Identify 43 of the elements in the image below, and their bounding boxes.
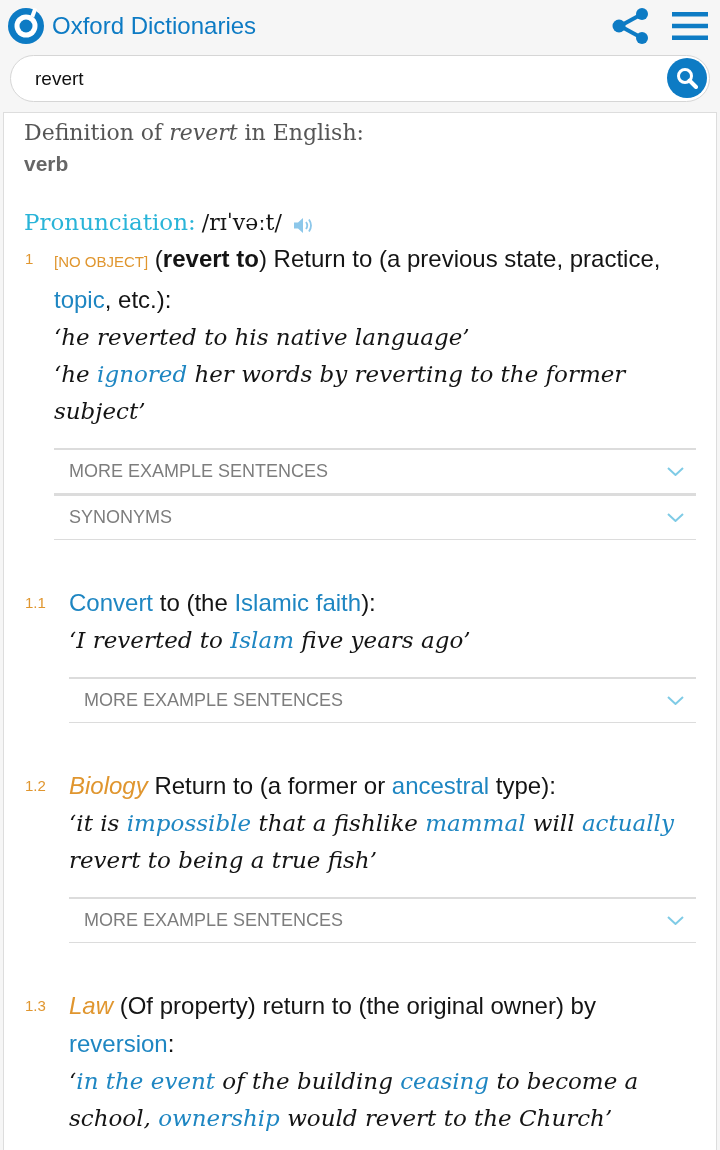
search-field[interactable]: revert bbox=[10, 55, 710, 102]
definition-text: Law (Of property) return to (the original owner) by reversion: bbox=[69, 991, 597, 1059]
sense-number: 1.2 bbox=[24, 776, 47, 796]
example-sentence: ‘he ignored her words by reverting to the former subject’ bbox=[54, 360, 628, 426]
word-link[interactable]: impossible bbox=[126, 810, 252, 836]
search-icon bbox=[676, 67, 698, 89]
pronunciation-text: /rɪˈvəːt/ bbox=[201, 208, 282, 237]
subject-label: Law bbox=[69, 992, 114, 1019]
accordion-toggle[interactable]: MORE EXAMPLE SENTENCES bbox=[69, 677, 696, 723]
logo-icon bbox=[8, 8, 44, 44]
word-link[interactable]: ancestral bbox=[391, 772, 490, 799]
example-sentence: ‘he reverted to his native language’ bbox=[54, 323, 471, 352]
share-icon[interactable] bbox=[612, 8, 650, 44]
definition-text: [NO OBJECT] (revert to) Return to (a previous state, practice, topic, etc.): bbox=[54, 244, 662, 315]
word-link[interactable]: ignored bbox=[97, 361, 188, 387]
pronunciation-label: Pronunciation: bbox=[24, 207, 196, 237]
accordion-toggle[interactable]: MORE EXAMPLE SENTENCES bbox=[54, 448, 696, 494]
word-link[interactable]: reversion bbox=[69, 1030, 168, 1057]
sense-number: 1 bbox=[24, 249, 35, 269]
word-link[interactable]: Islam bbox=[230, 627, 294, 653]
word-link[interactable]: Islamic faith bbox=[234, 589, 362, 616]
word-link[interactable]: ceasing bbox=[400, 1068, 490, 1094]
accordion-toggle[interactable]: MORE EXAMPLE SENTENCES bbox=[69, 897, 696, 943]
example-sentence: ‘it is impossible that a fishlike mammal will actually revert to being a true fish’ bbox=[69, 809, 675, 875]
accordion-toggle[interactable]: SYNONYMS bbox=[54, 494, 696, 540]
example-sentence: ‘I reverted to Islam five years ago’ bbox=[69, 626, 472, 655]
definition-text: Biology Return to (a former or ancestral type): bbox=[69, 771, 557, 801]
grammar-label: [NO OBJECT] bbox=[54, 253, 149, 270]
word-link[interactable]: Convert bbox=[69, 589, 154, 616]
entry-heading: Definition of revert in English: bbox=[24, 119, 365, 147]
word-link[interactable]: ownership bbox=[158, 1105, 280, 1131]
word-link[interactable]: mammal bbox=[425, 810, 526, 836]
word-link[interactable]: in the event bbox=[76, 1068, 216, 1094]
definition-text: Convert to (the Islamic faith): bbox=[69, 588, 377, 618]
sense-number: 1.3 bbox=[24, 996, 47, 1016]
part-of-speech: verb bbox=[24, 151, 70, 177]
word-link[interactable]: actually bbox=[581, 810, 674, 836]
sense-number: 1.1 bbox=[24, 593, 47, 613]
word-link[interactable]: topic bbox=[54, 286, 105, 313]
subject-label: Biology bbox=[69, 772, 148, 799]
menu-icon[interactable] bbox=[672, 12, 708, 40]
example-sentence: ‘in the event of the building ceasing to become a school, ownership would revert to the Church’ bbox=[69, 1067, 640, 1133]
logo-text[interactable]: Oxford Dictionaries bbox=[52, 8, 257, 44]
